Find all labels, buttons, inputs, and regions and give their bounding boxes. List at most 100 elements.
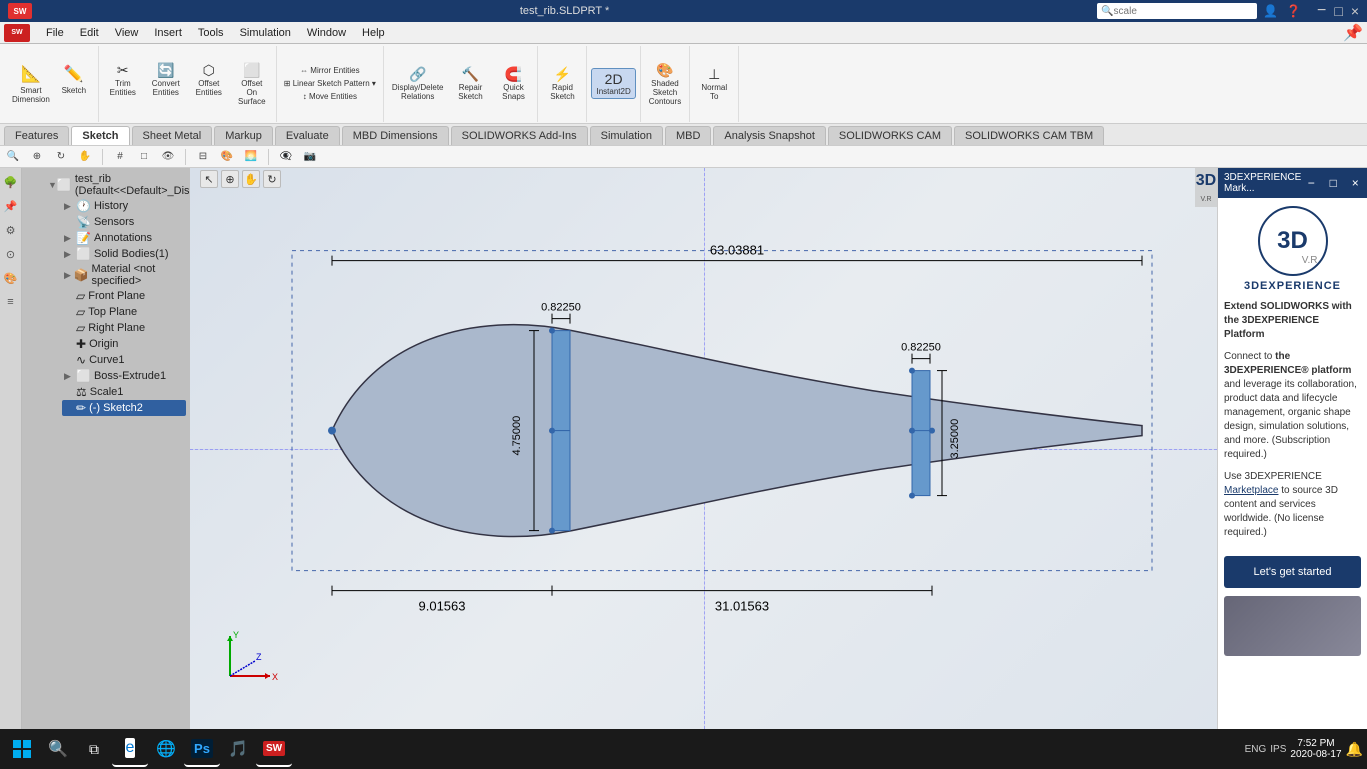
rp-close-btn[interactable]: × [1345,173,1365,193]
pin-icon[interactable]: 📌 [1343,23,1363,43]
sk-zoom-btn[interactable]: ⊕ [221,170,239,188]
taskbar-chrome-btn[interactable]: 🌐 [148,731,184,767]
repair-sketch-btn[interactable]: 🔨 RepairSketch [450,64,490,103]
sk-pan-btn[interactable]: ✋ [242,170,260,188]
vp-scene-btn[interactable]: 🌅 [242,148,260,166]
move-entities-btn[interactable]: ↕ Move Entities [281,91,379,102]
vp-zoom-btn[interactable]: ⊕ [28,148,46,166]
toolbar-sketch-group: 📐 Smart Dimension ✏️ Sketch [4,46,99,122]
logo-vr-text: V.R [1302,255,1318,266]
display-icon[interactable]: ⊙ [3,246,19,262]
taskbar-clock: 7:52 PM 2020-08-17 [1290,738,1341,760]
vp-appearance-btn[interactable]: 🎨 [218,148,236,166]
tree-root[interactable]: ▼ ⬜ test_rib (Default<<Default>_Displ [46,172,186,198]
vp-rotate-btn[interactable]: ↻ [52,148,70,166]
tab-sketch[interactable]: Sketch [71,126,129,145]
panel-marketplace-text: Use 3DEXPERIENCE Marketplace to source 3… [1224,470,1361,540]
offset-entities-btn[interactable]: ⬡ OffsetEntities [189,60,229,108]
menu-edit[interactable]: Edit [72,25,107,41]
quick-snaps-btn[interactable]: 🧲 QuickSnaps [493,64,533,103]
vp-camera-btn[interactable]: 📷 [301,148,319,166]
taskbar-start-btn[interactable] [4,731,40,767]
tab-sw-addins[interactable]: SOLIDWORKS Add-Ins [451,126,588,145]
tree-item-curve[interactable]: ∿ Curve1 [62,352,186,368]
marketplace-link[interactable]: Marketplace [1224,485,1278,496]
offset-surface-btn[interactable]: ⬜ OffsetOnSurface [232,60,272,108]
vp-grid-btn[interactable]: # [111,148,129,166]
close-btn[interactable]: × [1351,3,1359,19]
mirror-entities-btn[interactable]: ⇔ Mirror Entities [281,65,379,76]
maximize-btn[interactable]: □ [1334,3,1342,19]
trim-entities-btn[interactable]: ✂ TrimEntities [103,60,143,108]
appearance-icon[interactable]: 🎨 [3,270,19,286]
search-input[interactable] [1114,6,1214,17]
vp-view-btn[interactable]: 👁 [159,148,177,166]
vp-zoom-fit-btn[interactable]: 🔍 [4,148,22,166]
tree-item-top-plane[interactable]: ▱ Top Plane [62,304,186,320]
menu-help[interactable]: Help [354,25,393,41]
get-started-button[interactable]: Let's get started [1224,556,1361,588]
tab-features[interactable]: Features [4,126,69,145]
feature-tree-icon[interactable]: 🌳 [3,174,19,190]
linear-pattern-btn[interactable]: ⊞ Linear Sketch Pattern ▾ [281,78,379,89]
shaded-sketch-btn[interactable]: 🎨 ShadedSketchContours [645,60,685,108]
tab-mbd[interactable]: MBD [665,126,711,145]
tab-sw-cam-tbm[interactable]: SOLIDWORKS CAM TBM [954,126,1104,145]
menu-simulation[interactable]: Simulation [232,25,299,41]
tree-item-origin[interactable]: ✚ Origin [62,336,186,352]
tree-item-scale[interactable]: ⚖ Scale1 [62,384,186,400]
tree-item-solid-bodies[interactable]: ▶ ⬜ Solid Bodies(1) [62,246,186,262]
sk-rotate-btn[interactable]: ↻ [263,170,281,188]
display-delete-relations-btn[interactable]: 🔗 Display/DeleteRelations [388,64,448,103]
menu-file[interactable]: File [38,25,72,41]
tab-markup[interactable]: Markup [214,126,273,145]
vp-pan-btn[interactable]: ✋ [76,148,94,166]
tab-mbd-dimensions[interactable]: MBD Dimensions [342,126,449,145]
tab-analysis[interactable]: Analysis Snapshot [713,126,826,145]
vp-hide-btn[interactable]: 👁‍🗨 [277,148,295,166]
config-icon[interactable]: ⚙ [3,222,19,238]
taskbar-sw-btn[interactable]: SW [256,731,292,767]
menu-window[interactable]: Window [299,25,354,41]
tree-item-annotations[interactable]: ▶ 📝 Annotations [62,230,186,246]
sk-select-btn[interactable]: ↖ [200,170,218,188]
tree-item-sketch2[interactable]: ✏ (-) Sketch2 [62,400,186,416]
tab-sheet-metal[interactable]: Sheet Metal [132,126,213,145]
tree-item-boss-extrude[interactable]: ▶ ⬜ Boss-Extrude1 [62,368,186,384]
tree-item-front-plane[interactable]: ▱ Front Plane [62,288,186,304]
rapid-sketch-btn[interactable]: ⚡ RapidSketch [542,64,582,103]
taskbar-edge-btn[interactable]: e [112,731,148,767]
convert-entities-btn[interactable]: 🔄 ConvertEntities [146,60,186,108]
normal-to-btn[interactable]: ⊥ NormalTo [694,64,734,103]
tree-item-sensors[interactable]: 📡 Sensors [62,214,186,230]
user-icon[interactable]: 👤 [1263,4,1278,18]
search-box[interactable]: 🔍 [1097,3,1257,19]
vp-right-view-btn[interactable]: 3D [1197,172,1215,190]
vp-display-btn[interactable]: □ [135,148,153,166]
menu-insert[interactable]: Insert [146,25,190,41]
custom-icon[interactable]: ≡ [3,294,19,310]
tree-item-material[interactable]: ▶ 📦 Material <not specified> [62,262,186,288]
tree-item-right-plane[interactable]: ▱ Right Plane [62,320,186,336]
sketch-btn[interactable]: ✏️ Sketch [54,62,94,106]
rp-minimize-btn[interactable]: − [1301,173,1321,193]
tree-item-history[interactable]: ▶ 🕐 History [62,198,186,214]
tab-sw-cam[interactable]: SOLIDWORKS CAM [828,126,952,145]
taskbar-search-btn[interactable]: 🔍 [40,731,76,767]
menu-view[interactable]: View [107,25,147,41]
help-icon[interactable]: ❓ [1286,4,1301,18]
menu-tools[interactable]: Tools [190,25,232,41]
vp-section-btn[interactable]: ⊟ [194,148,212,166]
smart-dimension-btn[interactable]: 📐 Smart Dimension [8,62,54,106]
taskbar-music-btn[interactable]: 🎵 [220,731,256,767]
taskbar-photoshop-btn[interactable]: Ps [184,731,220,767]
notification-btn[interactable]: 🔔 [1346,741,1363,758]
property-icon[interactable]: 📌 [3,198,19,214]
viewport[interactable]: ↖ ⊕ ✋ ↻ 63.03881 [190,168,1217,729]
instant2d-btn[interactable]: 2D Instant2D [591,68,635,99]
tab-evaluate[interactable]: Evaluate [275,126,340,145]
minimize-btn[interactable]: − [1317,2,1326,20]
taskbar-task-btn[interactable]: ⧉ [76,731,112,767]
tab-simulation[interactable]: Simulation [590,126,663,145]
rp-expand-btn[interactable]: □ [1323,173,1343,193]
